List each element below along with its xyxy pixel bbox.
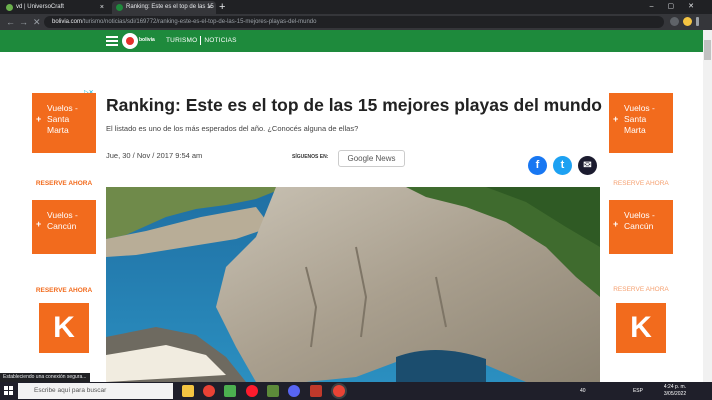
tab-title: Ranking: Este es el top de las 15 xyxy=(126,4,214,10)
ad-cancun-right[interactable]: + Vuelos - Cancún xyxy=(609,200,673,254)
page-scrollbar[interactable] xyxy=(703,30,712,382)
forward-button[interactable]: → xyxy=(19,14,28,30)
bolivia-logo-icon[interactable] xyxy=(122,33,138,49)
ad-line: Vuelos - xyxy=(624,210,655,220)
taskbar-clock[interactable]: 4:24 p. m. 3/05/2022 xyxy=(660,384,690,398)
clock-date: 3/05/2022 xyxy=(663,391,687,397)
tray-temp: 40 xyxy=(580,388,586,394)
ad-santa-marta-right[interactable]: + Vuelos - Santa Marta xyxy=(609,93,673,153)
window-controls[interactable]: –▢✕ xyxy=(650,0,708,14)
clock-time: 4:24 p. m. xyxy=(663,384,687,390)
k-brand-logo[interactable]: K xyxy=(616,303,666,353)
close-tab-icon[interactable]: × xyxy=(100,1,104,14)
address-bar[interactable]: bolivia.com/turismo/noticias/sdi/169772/… xyxy=(44,16,664,28)
loading-status: Estableciendo una conexión segura... xyxy=(0,373,90,382)
ad-line: Vuelos - xyxy=(624,103,655,113)
header-nav: TURISMO NOTICIAS xyxy=(166,30,237,52)
article-title: Ranking: Este es el top de las 15 mejore… xyxy=(106,95,602,115)
url-host: bolivia.com xyxy=(52,19,83,25)
browser-menu-icon[interactable] xyxy=(696,17,699,26)
ad-line: Marta xyxy=(624,125,646,135)
ad-line: Vuelos - xyxy=(47,103,78,113)
beach-photo xyxy=(106,187,600,382)
extensions-icon[interactable] xyxy=(670,17,679,26)
profile-avatar-icon[interactable] xyxy=(683,17,692,26)
nav-turismo[interactable]: TURISMO xyxy=(166,37,197,44)
url-path: /turismo/noticias/sdi/169772/ranking-est… xyxy=(82,19,317,25)
reserve-now-link[interactable]: RESERVE AHORA xyxy=(609,286,673,293)
facebook-share-icon[interactable]: f xyxy=(528,156,547,175)
minecraft-icon[interactable] xyxy=(267,385,279,397)
tab-ranking-article[interactable]: Ranking: Este es el top de las 15 × xyxy=(112,1,216,14)
plus-icon: + xyxy=(613,114,619,124)
app-icon[interactable] xyxy=(224,385,236,397)
article-date: Jue, 30 / Nov / 2017 9:54 am xyxy=(106,151,203,160)
windows-taskbar: Escribe aquí para buscar 40 ESP 4:24 p. … xyxy=(0,382,712,400)
site-header: bolivia TURISMO NOTICIAS xyxy=(0,30,703,52)
close-tab-icon[interactable]: × xyxy=(208,1,212,14)
chrome-active-icon[interactable] xyxy=(333,385,345,397)
reserve-now-link[interactable]: RESERVE AHORA xyxy=(32,180,96,187)
app-icon[interactable] xyxy=(310,385,322,397)
reserve-now-link[interactable]: RESERVE AHORA xyxy=(609,180,673,187)
ad-line: Marta xyxy=(47,125,69,135)
new-tab-button[interactable]: + xyxy=(219,0,225,14)
tab-universocraft[interactable]: vd | UniversoCraft × xyxy=(2,1,108,14)
browser-toolbar: ← → ✕ bolivia.com/turismo/noticias/sdi/1… xyxy=(0,14,712,30)
tab-favicon-icon xyxy=(6,4,13,11)
nav-noticias[interactable]: NOTICIAS xyxy=(204,37,236,44)
google-news-button[interactable]: Google News xyxy=(338,150,405,167)
scrollbar-thumb[interactable] xyxy=(704,40,711,60)
ad-cancun-left[interactable]: + Vuelos - Cancún xyxy=(32,200,96,254)
system-tray[interactable]: 40 ESP xyxy=(580,382,643,400)
ad-line: Cancún xyxy=(624,221,654,231)
taskbar-search-input[interactable]: Escribe aquí para buscar xyxy=(18,383,173,399)
stop-loading-button[interactable]: ✕ xyxy=(33,14,41,30)
email-share-icon[interactable]: ✉ xyxy=(578,156,597,175)
ad-line: Santa xyxy=(47,114,70,124)
ad-line: Vuelos - xyxy=(47,210,78,220)
language-indicator[interactable]: ESP xyxy=(633,388,643,394)
plus-icon: + xyxy=(613,219,619,229)
opera-icon[interactable] xyxy=(246,385,258,397)
article-hero-image xyxy=(106,187,600,382)
twitter-share-icon[interactable]: t xyxy=(553,156,572,175)
tab-favicon-icon xyxy=(116,4,123,11)
tab-title: vd | UniversoCraft xyxy=(16,4,64,10)
follow-us-label: SÍGUENOS EN: xyxy=(292,154,329,160)
chrome-icon[interactable] xyxy=(203,385,215,397)
logo-text: bolivia xyxy=(139,37,155,43)
hamburger-menu-icon[interactable] xyxy=(106,36,118,46)
browser-tab-strip: vd | UniversoCraft × Ranking: Este es el… xyxy=(0,0,712,14)
file-explorer-icon[interactable] xyxy=(182,385,194,397)
article-subtitle: El listado es uno de los más esperados d… xyxy=(106,124,359,133)
back-button[interactable]: ← xyxy=(6,14,15,30)
ad-santa-marta-left[interactable]: + Vuelos - Santa Marta xyxy=(32,93,96,153)
ad-line: Cancún xyxy=(47,221,77,231)
windows-start-icon[interactable] xyxy=(4,386,14,396)
k-brand-logo[interactable]: K xyxy=(39,303,89,353)
discord-icon[interactable] xyxy=(288,385,300,397)
reserve-now-link[interactable]: RESERVE AHORA xyxy=(32,287,96,294)
plus-icon: + xyxy=(36,219,42,229)
plus-icon: + xyxy=(36,114,42,124)
ad-line: Santa xyxy=(624,114,647,124)
